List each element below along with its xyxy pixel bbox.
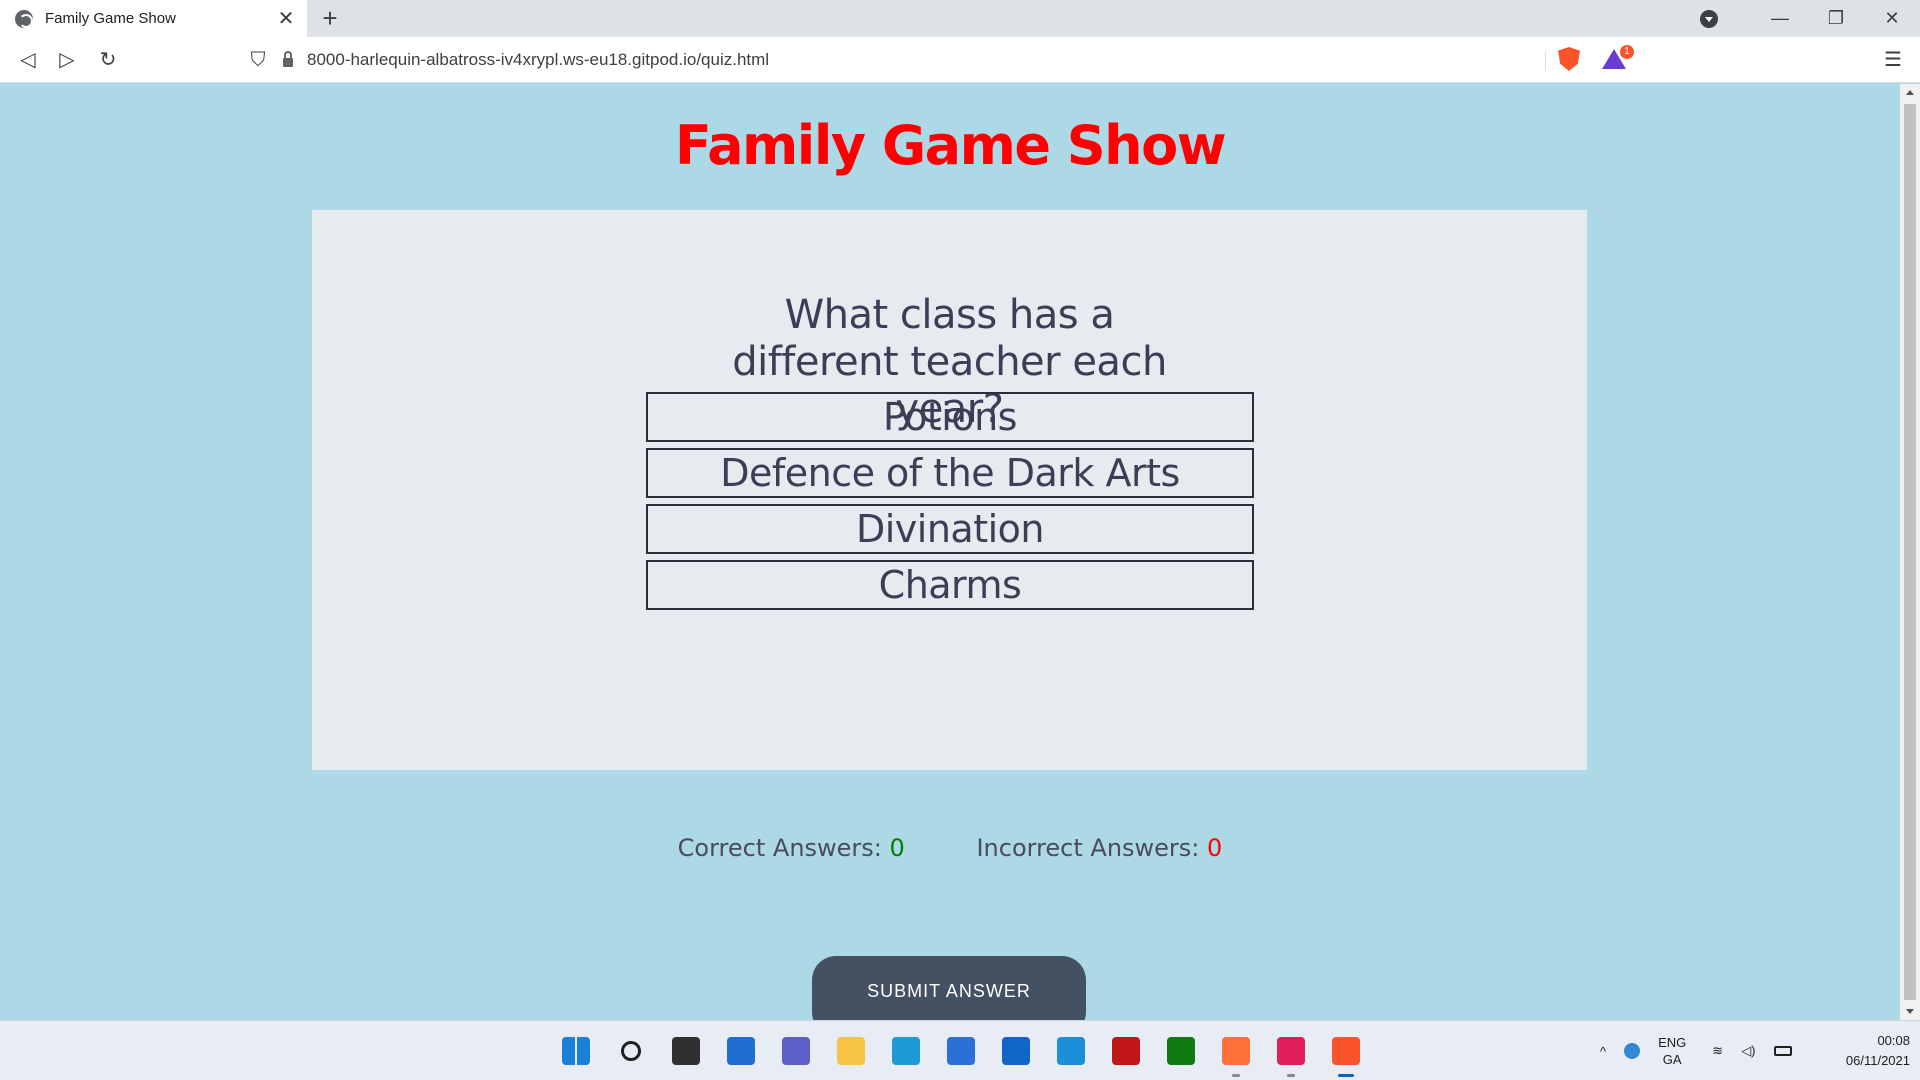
incorrect-count: 0 [1207,834,1223,862]
taskbar: ^ ENG GA ≋ ◁) 00:08 06/11/2021 [0,1020,1920,1080]
task-view-glyph [672,1037,700,1065]
taskbar-apps [556,1031,1381,1077]
show-hidden-icons-icon[interactable]: ^ [1600,1044,1606,1059]
tab-search-icon[interactable] [1700,9,1718,28]
chat-icon[interactable] [776,1031,816,1071]
language-indicator[interactable]: ENG GA [1658,1034,1686,1068]
restore-icon[interactable]: ❐ [1808,8,1864,29]
mcafee-glyph [1112,1037,1140,1065]
edge-glyph [892,1037,920,1065]
store-icon[interactable] [941,1031,981,1071]
language-code: ENG [1658,1035,1687,1050]
xbox-icon[interactable] [1161,1031,1201,1071]
globe-icon [15,9,33,28]
scroll-down-icon[interactable] [1906,1009,1914,1014]
scroll-up-icon[interactable] [1906,90,1914,95]
keyboard-layout: GA [1662,1052,1682,1067]
reload-icon[interactable]: ↻ [94,46,122,74]
xbox-glyph [1167,1037,1195,1065]
edge-icon[interactable] [886,1031,926,1071]
incorrect-score: Incorrect Answers: 0 [976,834,1222,862]
file-explorer-glyph [837,1037,865,1065]
mail-glyph [1002,1037,1030,1065]
minimize-icon[interactable]: — [1752,8,1808,29]
close-tab-icon[interactable]: ✕ [275,6,297,31]
vertical-scrollbar[interactable] [1900,84,1920,1020]
close-window-icon[interactable]: ✕ [1864,8,1920,29]
answer-list: Potions Defence of the Dark Arts Divinat… [646,392,1254,616]
clock[interactable]: 00:08 06/11/2021 [1820,1031,1910,1071]
brave-icon[interactable] [1326,1031,1366,1077]
incorrect-label: Incorrect Answers: [976,834,1200,862]
new-tab-button[interactable]: + [316,4,344,32]
slack-icon[interactable] [1271,1031,1311,1077]
search-icon[interactable] [611,1031,651,1071]
correct-label: Correct Answers: [677,834,882,862]
forward-icon[interactable]: ▷ [53,46,81,74]
page-title: Family Game Show [674,114,1227,177]
answer-option[interactable]: Potions [646,392,1254,442]
volume-icon[interactable]: ◁) [1741,1043,1755,1059]
browser-toolbar: ◁ ▷ ↻ ⛉ 8000-harlequin-albatross-iv4xryp… [0,37,1920,83]
page-viewport: Family Game Show What class has a differ… [0,84,1900,1020]
lock-icon [283,50,293,67]
onedrive-icon[interactable] [1624,1043,1641,1059]
chat-glyph [782,1037,810,1065]
tab-bar: Family Game Show ✕ + — ❐ ✕ [0,0,1920,37]
widgets-icon[interactable] [721,1031,761,1071]
task-view-icon[interactable] [666,1031,706,1071]
battery-icon[interactable] [1773,1046,1792,1056]
score-board: Correct Answers: 0 Incorrect Answers: 0 [0,834,1900,862]
browser-tab[interactable]: Family Game Show ✕ [0,0,307,37]
correct-count: 0 [889,834,905,862]
search-glyph [621,1041,641,1061]
rewards-badge: 1 [1620,45,1634,59]
start-glyph [562,1037,590,1065]
app-l-icon[interactable] [1051,1031,1091,1071]
correct-score: Correct Answers: 0 [678,834,905,862]
answer-option[interactable]: Charms [646,560,1254,610]
mcafee-icon[interactable] [1106,1031,1146,1071]
bookmark-icon[interactable]: ⛉ [244,46,272,74]
tab-title: Family Game Show [45,10,176,27]
clock-time: 00:08 [1877,1033,1910,1048]
store-glyph [947,1037,975,1065]
file-explorer-icon[interactable] [831,1031,871,1071]
submit-answer-button[interactable]: SUBMIT ANSWER [812,956,1086,1020]
mail-icon[interactable] [996,1031,1036,1071]
wifi-icon[interactable]: ≋ [1712,1043,1723,1059]
app-l-glyph [1057,1037,1085,1065]
scrollbar-thumb[interactable] [1904,104,1916,1000]
system-tray: ^ ENG GA ≋ ◁) [1600,1033,1810,1069]
start-icon[interactable] [556,1031,596,1071]
quiz-container: What class has a different teacher each … [312,210,1587,770]
firefox-icon[interactable] [1216,1031,1256,1077]
url-text: 8000-harlequin-albatross-iv4xrypl.ws-eu1… [307,50,770,69]
address-divider [1545,51,1546,71]
address-bar[interactable]: 8000-harlequin-albatross-iv4xrypl.ws-eu1… [283,45,1633,75]
slack-glyph [1277,1037,1305,1065]
brave-glyph [1332,1037,1360,1065]
answer-option[interactable]: Divination [646,504,1254,554]
window-controls: — ❐ ✕ [1700,0,1920,37]
back-icon[interactable]: ◁ [14,46,42,74]
menu-icon[interactable]: ☰ [1880,47,1906,73]
answer-option[interactable]: Defence of the Dark Arts [646,448,1254,498]
widgets-glyph [727,1037,755,1065]
clock-date: 06/11/2021 [1845,1053,1910,1068]
firefox-glyph [1222,1037,1250,1065]
